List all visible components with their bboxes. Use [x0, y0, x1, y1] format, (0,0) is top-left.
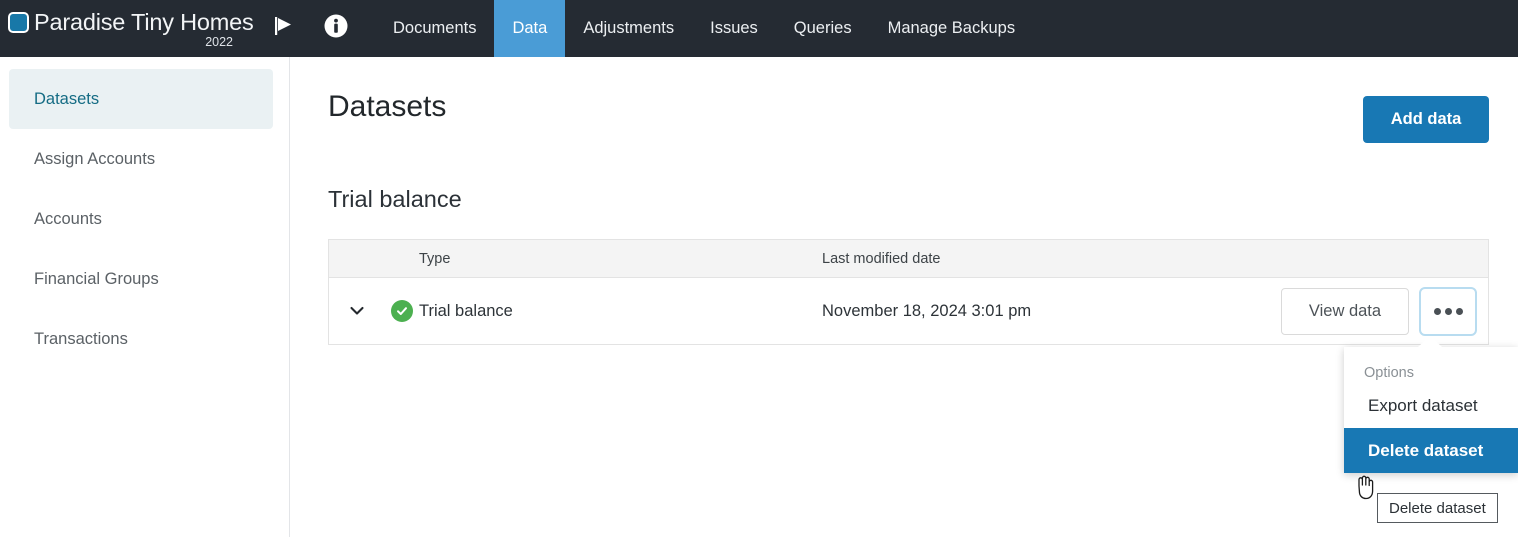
row-expand-toggle[interactable] — [329, 302, 385, 320]
main-content: Datasets Add data Trial balance Type Las… — [291, 57, 1518, 537]
top-navigation-bar: Paradise Tiny Homes 2022 Documents Data … — [0, 0, 1518, 57]
brand-year: 2022 — [8, 35, 235, 49]
ellipsis-icon — [1434, 308, 1441, 315]
sidebar-item-transactions[interactable]: Transactions — [9, 309, 273, 369]
add-data-button[interactable]: Add data — [1363, 96, 1489, 143]
flag-icon[interactable] — [271, 13, 297, 44]
dropdown-caret — [1418, 336, 1442, 347]
brand-name: Paradise Tiny Homes — [34, 9, 254, 36]
column-header-last-modified: Last modified date — [822, 251, 1274, 267]
table-row: Trial balance November 18, 2024 3:01 pm … — [329, 278, 1488, 344]
table-header-row: Type Last modified date — [329, 240, 1488, 278]
page-title: Datasets — [328, 90, 446, 124]
app-logo-icon — [8, 12, 29, 33]
tab-manage-backups[interactable]: Manage Backups — [870, 0, 1034, 57]
nav-tabs: Documents Data Adjustments Issues Querie… — [375, 0, 1033, 57]
menu-item-export-dataset[interactable]: Export dataset — [1344, 383, 1518, 428]
check-circle-icon — [391, 300, 413, 322]
brand-row: Paradise Tiny Homes — [8, 9, 235, 36]
tab-documents[interactable]: Documents — [375, 0, 494, 57]
sidebar: Datasets Assign Accounts Accounts Financ… — [0, 57, 290, 537]
chevron-down-icon — [348, 302, 366, 320]
cell-last-modified: November 18, 2024 3:01 pm — [822, 302, 1274, 321]
cell-type: Trial balance — [419, 302, 822, 321]
dropdown-header: Options — [1344, 361, 1518, 383]
column-header-type: Type — [419, 251, 822, 267]
sidebar-item-financial-groups[interactable]: Financial Groups — [9, 249, 273, 309]
brand-block[interactable]: Paradise Tiny Homes 2022 — [0, 0, 249, 57]
tab-queries[interactable]: Queries — [776, 0, 870, 57]
tab-issues[interactable]: Issues — [692, 0, 776, 57]
options-dropdown-menu: Options Export dataset Delete dataset — [1344, 347, 1518, 473]
info-icon[interactable] — [323, 13, 349, 44]
row-actions: View data — [1274, 287, 1488, 336]
nav-icon-group — [249, 0, 349, 57]
row-status — [385, 300, 419, 322]
datasets-table: Type Last modified date Trial balance No… — [328, 239, 1489, 345]
tab-adjustments[interactable]: Adjustments — [565, 0, 692, 57]
sidebar-item-datasets[interactable]: Datasets — [9, 69, 273, 129]
view-data-button[interactable]: View data — [1281, 288, 1409, 335]
menu-item-delete-dataset[interactable]: Delete dataset — [1344, 428, 1518, 473]
sidebar-item-accounts[interactable]: Accounts — [9, 189, 273, 249]
tooltip: Delete dataset — [1377, 493, 1498, 523]
sidebar-item-assign-accounts[interactable]: Assign Accounts — [9, 129, 273, 189]
ellipsis-icon — [1445, 308, 1452, 315]
more-options-button[interactable] — [1419, 287, 1477, 336]
section-title: Trial balance — [328, 186, 462, 213]
tab-data[interactable]: Data — [494, 0, 565, 57]
ellipsis-icon — [1456, 308, 1463, 315]
